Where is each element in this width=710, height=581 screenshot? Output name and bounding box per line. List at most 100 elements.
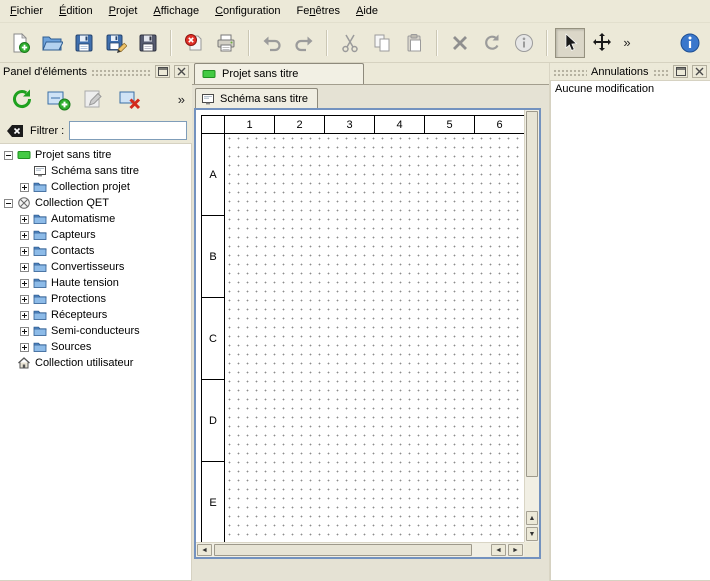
horizontal-scrollbar-track[interactable] <box>473 543 490 557</box>
information-button[interactable] <box>509 28 539 58</box>
scroll-right-button[interactable]: ► <box>508 544 523 556</box>
tree-item-haute-tension[interactable]: Haute tension <box>0 275 191 291</box>
row-header: D <box>201 380 225 462</box>
horizontal-scrollbar[interactable]: ◄ ◄ ► <box>196 542 524 557</box>
rotate-button[interactable] <box>477 28 507 58</box>
undo-dock-titlebar[interactable]: Annulations <box>550 63 710 80</box>
menu-projet[interactable]: Projet <box>101 0 146 22</box>
selection-tool-button[interactable] <box>555 28 585 58</box>
folder-icon <box>33 180 47 194</box>
expand-expander-icon[interactable] <box>20 231 29 240</box>
grid-dots-area[interactable] <box>225 134 524 542</box>
save-all-button[interactable] <box>133 28 163 58</box>
menu-aide[interactable]: Aide <box>348 0 386 22</box>
dock-grip[interactable] <box>553 68 587 76</box>
menu-configuration[interactable]: Configuration <box>207 0 288 22</box>
scroll-left-button-2[interactable]: ◄ <box>491 544 506 556</box>
main-content: Panel d'éléments » Filtrer : <box>0 63 710 581</box>
elements-panel-titlebar[interactable]: Panel d'éléments <box>0 63 192 80</box>
menu-fichier[interactable]: Fichier <box>2 0 51 22</box>
paste-button[interactable] <box>399 28 429 58</box>
save-button[interactable] <box>69 28 99 58</box>
tree-item-schema-sans-titre[interactable]: Schéma sans titre <box>0 163 191 179</box>
undo-list-item[interactable]: Aucune modification <box>551 81 710 97</box>
float-dock-button[interactable] <box>673 65 688 78</box>
scroll-down-icon: ▼ <box>529 531 536 538</box>
expand-expander-icon[interactable] <box>20 343 29 352</box>
panel-toolbar-overflow-button[interactable]: » <box>178 92 185 107</box>
edit-element-button[interactable] <box>79 84 109 114</box>
menu-edition[interactable]: Édition <box>51 0 101 22</box>
expand-expander-icon[interactable] <box>20 247 29 256</box>
project-icon <box>17 148 31 162</box>
tree-item-convertisseurs[interactable]: Convertisseurs <box>0 259 191 275</box>
save-floppy-icon <box>73 32 95 54</box>
close-dock-button[interactable] <box>692 65 707 78</box>
expand-expander-icon[interactable] <box>20 311 29 320</box>
copy-button[interactable] <box>367 28 397 58</box>
horizontal-scrollbar-thumb[interactable] <box>214 544 472 556</box>
open-project-button[interactable] <box>37 28 67 58</box>
expand-expander-icon[interactable] <box>20 327 29 336</box>
new-document-button[interactable] <box>5 28 35 58</box>
save-as-icon <box>105 32 127 54</box>
scroll-left-button[interactable]: ◄ <box>197 544 212 556</box>
schema-canvas[interactable]: 1 2 3 4 5 6 A B C <box>196 110 524 542</box>
vertical-scrollbar-track[interactable] <box>525 478 539 510</box>
scroll-down-button[interactable]: ▼ <box>526 527 538 541</box>
tab-schema-sans-titre[interactable]: Schéma sans titre <box>195 88 318 108</box>
close-dock-button[interactable] <box>174 65 189 78</box>
save-as-button[interactable] <box>101 28 131 58</box>
main-toolbar: » <box>0 23 710 63</box>
dock-grip[interactable] <box>653 68 670 76</box>
undo-button[interactable] <box>257 28 287 58</box>
tree-item-capteurs[interactable]: Capteurs <box>0 227 191 243</box>
collapse-expander-icon[interactable] <box>4 199 13 208</box>
new-element-button[interactable] <box>43 84 73 114</box>
paste-icon <box>403 32 425 54</box>
scroll-up-button[interactable]: ▲ <box>526 511 538 525</box>
clear-filter-button[interactable] <box>5 121 25 141</box>
expand-expander-icon[interactable] <box>20 279 29 288</box>
float-dock-button[interactable] <box>155 65 170 78</box>
close-project-button[interactable] <box>179 28 209 58</box>
dock-grip[interactable] <box>91 68 151 76</box>
tree-item-sources[interactable]: Sources <box>0 339 191 355</box>
column-header: 2 <box>275 115 325 134</box>
reload-collections-button[interactable] <box>7 84 37 114</box>
project-tab-bar: Projet sans titre <box>192 63 549 85</box>
tree-item-collection-projet[interactable]: Collection projet <box>0 179 191 195</box>
expand-expander-icon[interactable] <box>20 263 29 272</box>
tree-item-collection-utilisateur[interactable]: Collection utilisateur <box>0 355 191 371</box>
redo-button[interactable] <box>289 28 319 58</box>
tree-item-automatisme[interactable]: Automatisme <box>0 211 191 227</box>
cut-button[interactable] <box>335 28 365 58</box>
tree-item-projet-sans-titre[interactable]: Projet sans titre <box>0 147 191 163</box>
tree-item-recepteurs[interactable]: Récepteurs <box>0 307 191 323</box>
filter-input[interactable] <box>69 121 187 140</box>
tree-item-protections[interactable]: Protections <box>0 291 191 307</box>
tree-item-collection-qet[interactable]: Collection QET <box>0 195 191 211</box>
collapse-expander-icon[interactable] <box>4 151 13 160</box>
expand-expander-icon[interactable] <box>20 215 29 224</box>
tree-item-contacts[interactable]: Contacts <box>0 243 191 259</box>
delete-button[interactable] <box>445 28 475 58</box>
menu-affichage[interactable]: Affichage <box>145 0 207 22</box>
about-button[interactable] <box>675 28 705 58</box>
expand-expander-icon[interactable] <box>20 183 29 192</box>
folder-icon <box>33 308 47 322</box>
vertical-scrollbar-thumb[interactable] <box>526 111 538 477</box>
print-button[interactable] <box>211 28 241 58</box>
folder-icon <box>33 292 47 306</box>
toolbar-overflow-button[interactable]: » <box>619 35 635 50</box>
delete-element-button[interactable] <box>115 84 145 114</box>
tab-projet-sans-titre[interactable]: Projet sans titre <box>194 63 364 84</box>
tree-item-semi-conducteurs[interactable]: Semi-conducteurs <box>0 323 191 339</box>
project-icon <box>202 67 216 81</box>
schema-tab-bar: Schéma sans titre <box>194 87 541 108</box>
vertical-scrollbar[interactable]: ▲ ▼ <box>524 110 539 542</box>
close-icon <box>695 67 704 76</box>
pan-tool-button[interactable] <box>587 28 617 58</box>
expand-expander-icon[interactable] <box>20 295 29 304</box>
menu-fenetres[interactable]: Fenêtres <box>289 0 348 22</box>
